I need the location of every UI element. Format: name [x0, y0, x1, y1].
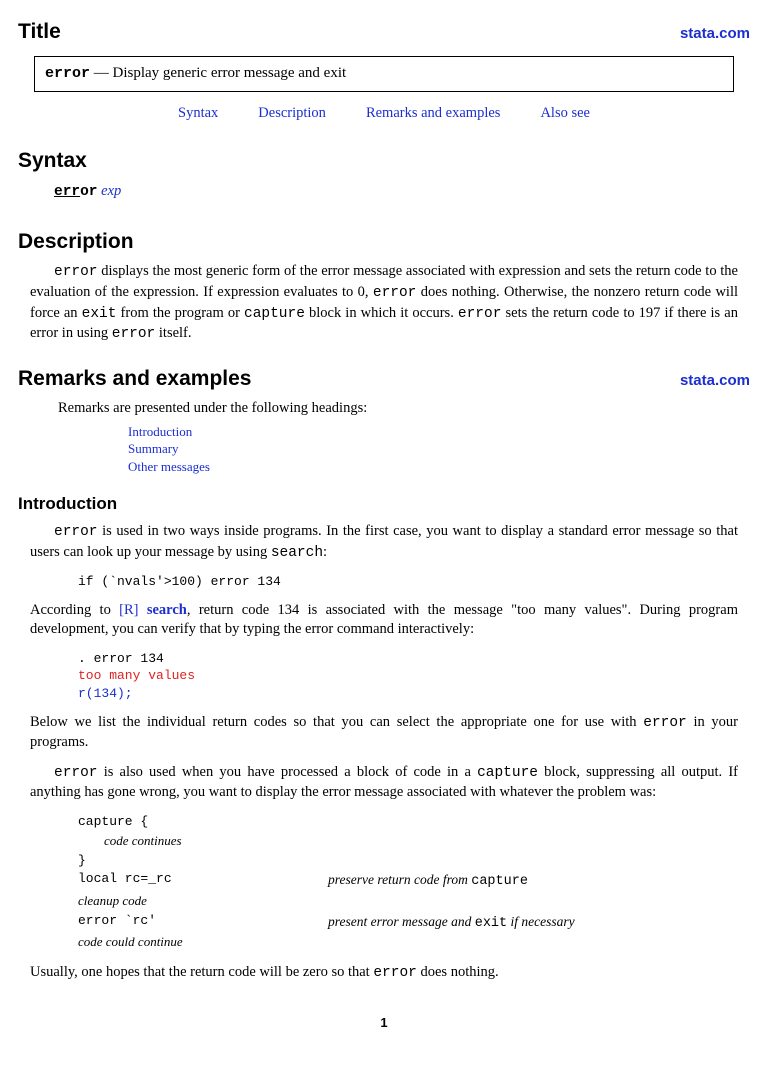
brand-link-remarks[interactable]: stata.com	[680, 371, 750, 391]
nav-also-see[interactable]: Also see	[540, 104, 590, 124]
nav-description[interactable]: Description	[258, 104, 326, 124]
page-number: 1	[18, 1014, 750, 1032]
nav-syntax[interactable]: Syntax	[178, 104, 218, 124]
remarks-sublinks: Introduction Summary Other messages	[128, 423, 750, 476]
intro-p5: Usually, one hopes that the return code …	[30, 963, 738, 984]
title-sep: —	[90, 65, 113, 81]
brand-link-top[interactable]: stata.com	[680, 24, 750, 44]
syntax-arg: exp	[98, 183, 122, 199]
title-heading: Title	[18, 18, 61, 46]
link-r-search[interactable]: [R] search	[119, 602, 187, 618]
intro-p4: error is also used when you have process…	[30, 763, 738, 803]
sublink-introduction[interactable]: Introduction	[128, 423, 750, 441]
intro-p2: According to [R] search, return code 134…	[30, 601, 738, 640]
sublink-summary[interactable]: Summary	[128, 440, 750, 458]
remarks-intro: Remarks are presented under the followin…	[58, 399, 750, 419]
code-block-3: capture { code continues } local rc=_rcp…	[78, 813, 750, 953]
syntax-cmd-underline: err	[54, 184, 80, 200]
title-desc: Display generic error message and exit	[113, 65, 347, 81]
code-block-2: . error 134 too many values r(134);	[78, 650, 750, 703]
syntax-heading: Syntax	[18, 147, 750, 175]
code-block-1: if (`nvals'>100) error 134	[78, 573, 750, 591]
sublink-other-messages[interactable]: Other messages	[128, 458, 750, 476]
intro-p1: error is used in two ways inside program…	[30, 522, 738, 563]
title-cmd: error	[45, 65, 90, 82]
syntax-cmd-rest: or	[80, 184, 97, 200]
description-heading: Description	[18, 228, 750, 256]
introduction-heading: Introduction	[18, 493, 750, 516]
nav-remarks[interactable]: Remarks and examples	[366, 104, 501, 124]
description-para: error displays the most generic form of …	[30, 262, 738, 344]
title-box: error — Display generic error message an…	[34, 56, 734, 91]
syntax-line: error exp	[54, 182, 750, 203]
intro-p3: Below we list the individual return code…	[30, 713, 738, 753]
nav-row: Syntax Description Remarks and examples …	[18, 104, 750, 124]
remarks-heading: Remarks and examples	[18, 365, 251, 393]
